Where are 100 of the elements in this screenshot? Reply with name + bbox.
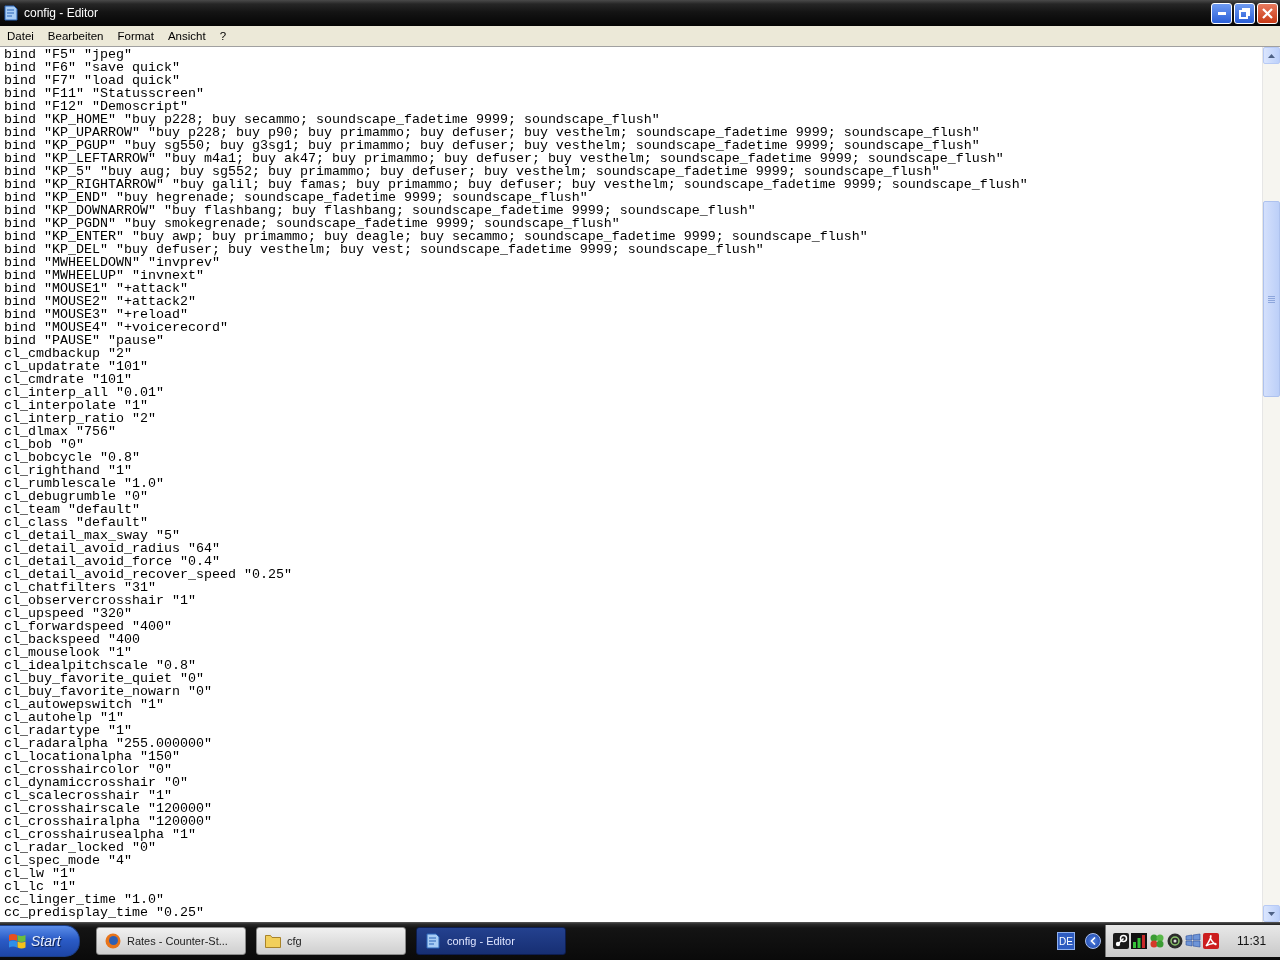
text-line: cl_detail_avoid_radius "64" (4, 542, 220, 555)
text-line: cl_buy_favorite_quiet "0" (4, 672, 204, 685)
text-field[interactable] (0, 47, 1262, 922)
taskbar-button[interactable]: cfg (256, 927, 406, 955)
clock: 11:31 (1237, 934, 1267, 948)
minimize-icon (1217, 11, 1226, 15)
text-line: cl_debugrumble "0" (4, 490, 148, 503)
text-line: bind "MOUSE2" "+attack2" (4, 295, 196, 308)
text-line: cl_lw "1" (4, 867, 76, 880)
text-line: bind "KP_DOWNARROW" "buy flashbang; buy flashbang; soundscape_fadetime 9999; soundscape_flush" (4, 204, 756, 217)
text-line: cl_cmdrate "101" (4, 373, 132, 386)
menu-item[interactable]: Format (110, 28, 161, 44)
scroll-down-button[interactable] (1263, 905, 1280, 922)
language-indicator[interactable]: DE (1057, 932, 1075, 950)
text-line: cl_rumblescale "1.0" (4, 477, 164, 490)
menu-item[interactable]: Bearbeiten (40, 28, 111, 44)
text-line: cl_autowepswitch "1" (4, 698, 164, 711)
notepad-icon (3, 5, 19, 21)
restore-icon (1239, 7, 1250, 19)
globe-icon (105, 933, 121, 949)
close-button[interactable] (1257, 2, 1278, 24)
text-line: bind "PAUSE" "pause" (4, 334, 164, 347)
menu-item[interactable]: Datei (0, 28, 41, 44)
text-line: cl_cmdbackup "2" (4, 347, 132, 360)
text-line: bind "KP_ENTER" "buy awp; buy primammo; buy deagle; buy secammo; soundscape_fadetime 9999; soundscape_flush" (4, 230, 868, 243)
text-line: cc_predisplay_time "0.25" (4, 906, 204, 919)
scrollbar-thumb[interactable] (1263, 201, 1280, 397)
start-button[interactable]: Start (0, 925, 80, 957)
text-line: cl_updatrate "101" (4, 360, 148, 373)
text-line: bind "F5" "jpeg" (4, 48, 132, 61)
text-line: cl_buy_favorite_nowarn "0" (4, 685, 212, 698)
clover-icon[interactable] (1149, 933, 1165, 949)
text-line: bind "F7" "load quick" (4, 74, 180, 87)
expand-tray-button[interactable] (1085, 933, 1101, 949)
text-line: cl_radaralpha "255.000000" (4, 737, 212, 750)
text-line: cl_radar_locked "0" (4, 841, 156, 854)
text-line: bind "F12" "Demoscript" (4, 100, 188, 113)
text-line: bind "KP_RIGHTARROW" "buy galil; buy famas; buy primammo; buy defuser; buy vesthelm; soundscape_fadetime 9999; soundscape_flush" (4, 178, 1028, 191)
close-icon (1262, 7, 1273, 19)
text-line: bind "F6" "save quick" (4, 61, 180, 74)
text-line: bind "KP_PGDN" "buy smokegrenade; soundscape_fadetime 9999; soundscape_flush" (4, 217, 620, 230)
text-line: cl_spec_mode "4" (4, 854, 132, 867)
text-line: bind "MWHEELDOWN" "invprev" (4, 256, 220, 269)
text-line: cl_autohelp "1" (4, 711, 124, 724)
text-line: cl_crosshairscale "120000" (4, 802, 212, 815)
text-line: cl_crosshaircolor "0" (4, 763, 172, 776)
text-line: cc_linger_time "1.0" (4, 893, 164, 906)
signal-bars-icon[interactable] (1131, 933, 1147, 949)
swirl-tile-icon[interactable] (1203, 933, 1219, 949)
text-line: cl_idealpitchscale "0.8" (4, 659, 196, 672)
text-line: bind "KP_END" "buy hegrenade; soundscape_fadetime 9999; soundscape_flush" (4, 191, 588, 204)
disc-icon[interactable] (1167, 933, 1183, 949)
menu-item[interactable]: Ansicht (160, 28, 213, 44)
text-line: cl_interp_ratio "2" (4, 412, 156, 425)
text-line: cl_lc "1" (4, 880, 76, 893)
text-line: bind "F11" "Statusscreen" (4, 87, 204, 100)
text-line: bind "MOUSE4" "+voicerecord" (4, 321, 228, 334)
window-title: config - Editor (24, 6, 99, 20)
text-line: cl_detail_avoid_recover_speed "0.25" (4, 568, 292, 581)
text-line: bind "KP_HOME" "buy p228; buy secammo; soundscape_fadetime 9999; soundscape_flush" (4, 113, 660, 126)
text-line: bind "MOUSE3" "+reload" (4, 308, 188, 321)
text-line: cl_detail_max_sway "5" (4, 529, 180, 542)
taskbar-button[interactable]: config - Editor (416, 927, 566, 955)
text-line: cl_crosshairusealpha "1" (4, 828, 196, 841)
text-line: cl_interp_all "0.01" (4, 386, 164, 399)
text-line: cl_bobcycle "0.8" (4, 451, 140, 464)
text-line: cl_chatfilters "31" (4, 581, 156, 594)
text-line: bind "MWHEELUP" "invnext" (4, 269, 204, 282)
restore-button[interactable] (1234, 2, 1255, 24)
grip-icon (1268, 295, 1275, 303)
text-line: cl_radartype "1" (4, 724, 132, 737)
caret-up-icon (1268, 53, 1275, 58)
text-line: cl_detail_avoid_force "0.4" (4, 555, 220, 568)
scroll-up-button[interactable] (1263, 47, 1280, 64)
text-line: cl_backspeed "400 (4, 633, 140, 646)
text-line: cl_scalecrosshair "1" (4, 789, 172, 802)
text-line: bind "KP_DEL" "buy defuser; buy vesthelm; buy vest; soundscape_fadetime 9999; soundscape_flush" (4, 243, 764, 256)
taskbar-button[interactable]: Rates - Counter-St... (96, 927, 246, 955)
minimize-button[interactable] (1211, 2, 1232, 24)
text-line: cl_team "default" (4, 503, 140, 516)
flag-icon (8, 933, 26, 949)
text-line: cl_righthand "1" (4, 464, 132, 477)
connected-circles-icon[interactable] (1113, 933, 1129, 949)
text-line: cl_interpolate "1" (4, 399, 148, 412)
text-line: cl_observercrosshair "1" (4, 594, 196, 607)
text-line: cl_locationalpha "150" (4, 750, 180, 763)
chevron-left-icon (1090, 937, 1096, 945)
text-line: cl_mouselook "1" (4, 646, 132, 659)
text-line: cl_upspeed "320" (4, 607, 132, 620)
text-line: cl_bob "0" (4, 438, 84, 451)
folder-icon (265, 934, 281, 948)
text-line: bind "MOUSE1" "+attack" (4, 282, 188, 295)
text-line: cl_class "default" (4, 516, 148, 529)
text-line: bind "KP_UPARROW" "buy p228; buy p90; buy primammo; buy defuser; buy vesthelm; soundscape_fadetime 9999; soundscape_flush" (4, 126, 980, 139)
text-line: cl_crosshairalpha "120000" (4, 815, 212, 828)
window-icon[interactable] (1185, 933, 1201, 949)
text-line: bind "KP_5" "buy aug; buy sg552; buy primammo; buy defuser; buy vesthelm; soundscape_fadetime 9999; soundscape_flush" (4, 165, 940, 178)
menu-item[interactable]: ? (212, 28, 234, 44)
caret-down-icon (1268, 911, 1275, 916)
text-line: bind "KP_LEFTARROW" "buy m4a1; buy ak47; buy primammo; buy defuser; buy vesthelm; soundscape_fadetime 9999; soundscape_flush" (4, 152, 1004, 165)
